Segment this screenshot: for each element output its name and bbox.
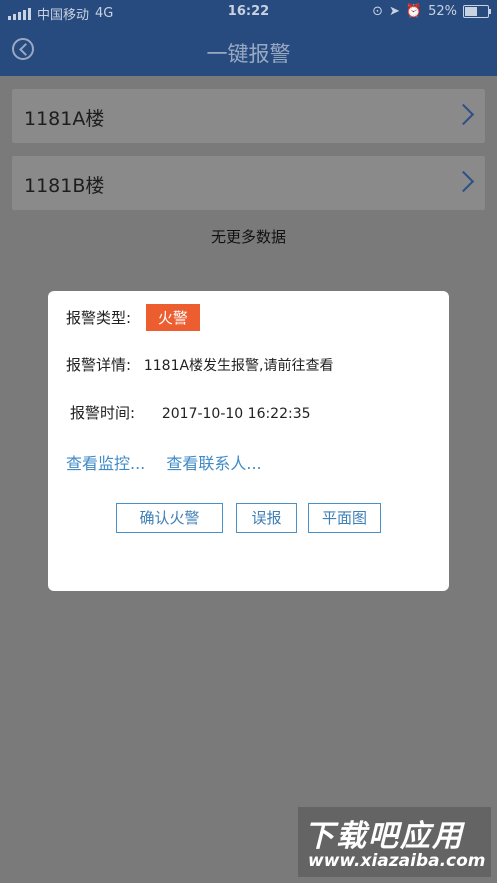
view-contacts-link[interactable]: 查看联系人... bbox=[166, 454, 261, 473]
status-right: ⊙ ➤ ⏰ 52% bbox=[372, 4, 491, 19]
alarm-icon: ⏰ bbox=[405, 4, 423, 19]
location-icon: ➤ bbox=[389, 4, 400, 19]
alarm-detail-value: 1181A楼发生报警,请前往查看 bbox=[143, 358, 334, 374]
dialog-links: 查看监控... 查看联系人... bbox=[66, 450, 278, 474]
alarm-time-row: 报警时间: 2017-10-10 16:22:35 bbox=[70, 402, 311, 423]
watermark-url: www.xiazaiba.com bbox=[308, 851, 486, 871]
list-item-label: 1181B楼 bbox=[24, 175, 105, 197]
alarm-detail-label: 报警详情: bbox=[66, 356, 132, 374]
alarm-type-badge: 火警 bbox=[145, 304, 200, 331]
alarm-type-label: 报警类型: bbox=[66, 309, 132, 327]
confirm-fire-button[interactable]: 确认火警 bbox=[116, 503, 223, 533]
floor-plan-button[interactable]: 平面图 bbox=[308, 503, 381, 533]
nav-bar: 一键报警 bbox=[0, 26, 497, 76]
no-more-data: 无更多数据 bbox=[210, 228, 286, 246]
alarm-type-row: 报警类型: 火警 bbox=[66, 304, 200, 331]
alarm-dialog: 报警类型: 火警 报警详情: 1181A楼发生报警,请前往查看 报警时间: 20… bbox=[48, 291, 449, 591]
status-bar: 中国移动 4G 16:22 ⊙ ➤ ⏰ 52% bbox=[0, 0, 497, 26]
page-title: 一键报警 bbox=[206, 42, 291, 66]
list-item-1181a[interactable]: 1181A楼 bbox=[12, 89, 485, 143]
rotation-lock-icon: ⊙ bbox=[372, 4, 383, 19]
battery-icon bbox=[463, 5, 491, 18]
battery-percent: 52% bbox=[428, 4, 457, 19]
false-alarm-button[interactable]: 误报 bbox=[236, 503, 297, 533]
view-monitor-link[interactable]: 查看监控... bbox=[66, 454, 145, 473]
list-item-label: 1181A楼 bbox=[24, 108, 105, 130]
alarm-detail-row: 报警详情: 1181A楼发生报警,请前往查看 bbox=[66, 354, 334, 375]
alarm-time-label: 报警时间: bbox=[70, 404, 136, 422]
alarm-time-value: 2017-10-10 16:22:35 bbox=[161, 406, 311, 422]
chevron-right-icon bbox=[452, 103, 475, 126]
watermark: 下载吧应用 www.xiazaiba.com bbox=[298, 807, 491, 877]
watermark-title: 下载吧应用 bbox=[304, 819, 464, 854]
chevron-right-icon bbox=[452, 170, 475, 193]
list-item-1181b[interactable]: 1181B楼 bbox=[12, 156, 485, 210]
